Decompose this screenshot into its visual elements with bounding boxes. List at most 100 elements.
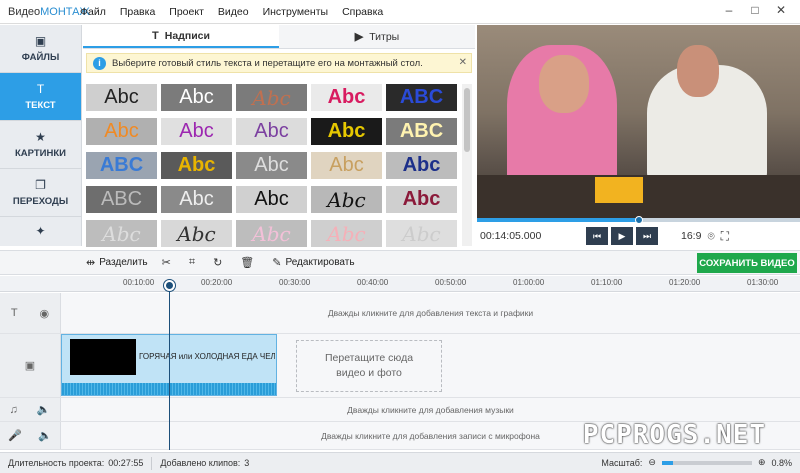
- ruler-tick-label: 00:20:00: [201, 278, 233, 287]
- film-icon: ▶: [354, 31, 364, 43]
- ruler-tick-label: 01:20:00: [669, 278, 701, 287]
- fullscreen-icon[interactable]: ⛶: [721, 229, 729, 244]
- text-style-21[interactable]: Abc: [86, 220, 157, 247]
- zoom-fill: [661, 460, 673, 465]
- text-style-14[interactable]: Abc: [311, 152, 382, 179]
- split-button[interactable]: ⇹ Разделить: [86, 256, 148, 269]
- close-icon[interactable]: ✕: [768, 3, 794, 17]
- text-track[interactable]: T ◉ Дважды кликните для добавления текст…: [0, 293, 800, 334]
- music-track[interactable]: ♫ 🔈 Дважды кликните для добавления музык…: [0, 398, 800, 422]
- drop-line-1: Перетащите сюда: [324, 352, 414, 364]
- menu-video[interactable]: Видео: [218, 6, 249, 18]
- text-style-15[interactable]: Abc: [386, 152, 457, 179]
- sidebar-item-transitions[interactable]: ❐ ПЕРЕХОДЫ: [0, 169, 81, 217]
- info-text: Выберите готовый стиль текста и перетащи…: [112, 57, 423, 69]
- text-style-25[interactable]: Abc: [386, 220, 457, 247]
- sidebar-item-label: ПЕРЕХОДЫ: [12, 196, 69, 207]
- trash-icon: 🗑: [240, 257, 255, 269]
- playhead-handle[interactable]: [164, 280, 175, 291]
- edit-button[interactable]: ✎ Редактировать: [272, 256, 354, 269]
- music-note-icon: ♫: [9, 403, 18, 416]
- text-style-3[interactable]: Abc: [236, 84, 307, 111]
- text-style-10[interactable]: ABC: [386, 118, 457, 145]
- maximize-icon[interactable]: □: [742, 3, 768, 17]
- app-logo: ВидеоМОНТАЖ: [0, 6, 90, 18]
- skip-forward-icon: ⏭: [642, 230, 652, 241]
- zoom-slider[interactable]: [661, 460, 752, 465]
- text-style-20[interactable]: Abc: [386, 186, 457, 213]
- tab-label: Надписи: [164, 29, 210, 42]
- main-menu: Файл Правка Проект Видео Инструменты Спр…: [80, 6, 397, 18]
- text-style-18[interactable]: Abc: [236, 186, 307, 213]
- text-style-17[interactable]: Abc: [161, 186, 232, 213]
- sidebar-item-pictures[interactable]: ★ КАРТИНКИ: [0, 121, 81, 169]
- clip-title: ГОРЯЧАЯ или ХОЛОДНАЯ ЕДА ЧЕЛЛЕНДЖ: [139, 352, 275, 361]
- crop-button[interactable]: ⌗: [189, 256, 199, 269]
- text-style-8[interactable]: Abc: [236, 118, 307, 145]
- text-style-4[interactable]: Abc: [311, 84, 382, 111]
- timeline-ruler[interactable]: 00:10:00 00:20:00 00:30:00 00:40:00 00:50:00…: [0, 276, 800, 292]
- playback-progress[interactable]: [477, 216, 800, 224]
- sidebar-item-text[interactable]: T ТЕКСТ: [0, 73, 81, 121]
- rotate-button[interactable]: ↻: [213, 256, 226, 269]
- tab-titles[interactable]: ▶ Титры: [279, 25, 475, 48]
- text-style-1[interactable]: Abc: [86, 84, 157, 111]
- text-style-23[interactable]: Abc: [236, 220, 307, 247]
- delete-button[interactable]: 🗑: [240, 256, 258, 269]
- ruler-tick-label: 00:50:00: [435, 278, 467, 287]
- speaker-icon[interactable]: 🔈: [37, 403, 51, 416]
- text-style-22[interactable]: Abc: [161, 220, 232, 247]
- menu-tools[interactable]: Инструменты: [263, 6, 328, 18]
- sidebar-item-effects[interactable]: ✦: [0, 217, 81, 244]
- menu-file[interactable]: Файл: [80, 6, 106, 18]
- menu-edit[interactable]: Правка: [120, 6, 155, 18]
- text-style-2[interactable]: Abc: [161, 84, 232, 111]
- play-button[interactable]: ▶: [611, 227, 633, 245]
- text-style-13[interactable]: Abc: [236, 152, 307, 179]
- text-track-hint: Дважды кликните для добавления текста и …: [327, 308, 534, 318]
- edit-label: Редактировать: [285, 257, 355, 268]
- text-style-11[interactable]: ABC: [86, 152, 157, 179]
- text-style-9[interactable]: Abc: [311, 118, 382, 145]
- zoom-in-icon[interactable]: ⊕: [758, 457, 766, 468]
- minimize-icon[interactable]: –: [716, 3, 742, 17]
- aspect-ratio[interactable]: 16:9: [681, 230, 701, 242]
- split-label: Разделить: [99, 257, 148, 268]
- duration-label: Длительность проекта:: [8, 458, 105, 468]
- text-style-24[interactable]: Abc: [311, 220, 382, 247]
- microphone-icon: 🎤: [8, 430, 22, 442]
- scrollbar-thumb[interactable]: [464, 88, 470, 152]
- clip-thumbnail: [70, 339, 136, 375]
- playhead-line[interactable]: [169, 280, 170, 450]
- save-video-button[interactable]: СОХРАНИТЬ ВИДЕО: [697, 253, 797, 273]
- eye-icon[interactable]: ◉: [39, 307, 49, 320]
- media-drop-zone[interactable]: Перетащите сюда видео и фото: [296, 340, 442, 392]
- ruler-tick-label: 01:10:00: [591, 278, 623, 287]
- text-style-19[interactable]: Abc: [311, 186, 382, 213]
- progress-handle[interactable]: [634, 216, 643, 224]
- tab-captions[interactable]: T Надписи: [83, 25, 279, 48]
- text-style-16[interactable]: ABC: [86, 186, 157, 213]
- text-style-12[interactable]: Abc: [161, 152, 232, 179]
- info-bar: i Выберите готовый стиль текста и перета…: [86, 53, 472, 73]
- menu-project[interactable]: Проект: [169, 6, 204, 18]
- close-icon[interactable]: ✕: [459, 57, 467, 68]
- style-grid-scrollbar[interactable]: [462, 84, 472, 246]
- text-style-7[interactable]: Abc: [161, 118, 232, 145]
- menu-help[interactable]: Справка: [342, 6, 383, 18]
- text-style-5[interactable]: ABC: [386, 84, 457, 111]
- image-icon: ▣: [34, 34, 47, 48]
- zoom-out-icon[interactable]: ⊖: [648, 457, 656, 468]
- zoom-value: 0.8%: [771, 457, 792, 468]
- track-header: ♫ 🔈: [0, 398, 61, 421]
- sidebar-item-files[interactable]: ▣ ФАЙЛЫ: [0, 25, 81, 73]
- sidebar-item-label: КАРТИНКИ: [15, 148, 66, 159]
- text-style-6[interactable]: Abc: [86, 118, 157, 145]
- next-frame-button[interactable]: ⏭: [636, 227, 658, 245]
- cut-button[interactable]: ✂: [162, 256, 175, 269]
- camera-icon[interactable]: ⌾: [707, 229, 714, 244]
- previous-frame-button[interactable]: ⏮: [586, 227, 608, 245]
- watermark: PCPROGS.NET: [582, 420, 766, 450]
- ruler-tick-label: 00:40:00: [357, 278, 389, 287]
- speaker-icon[interactable]: 🔈: [38, 429, 52, 442]
